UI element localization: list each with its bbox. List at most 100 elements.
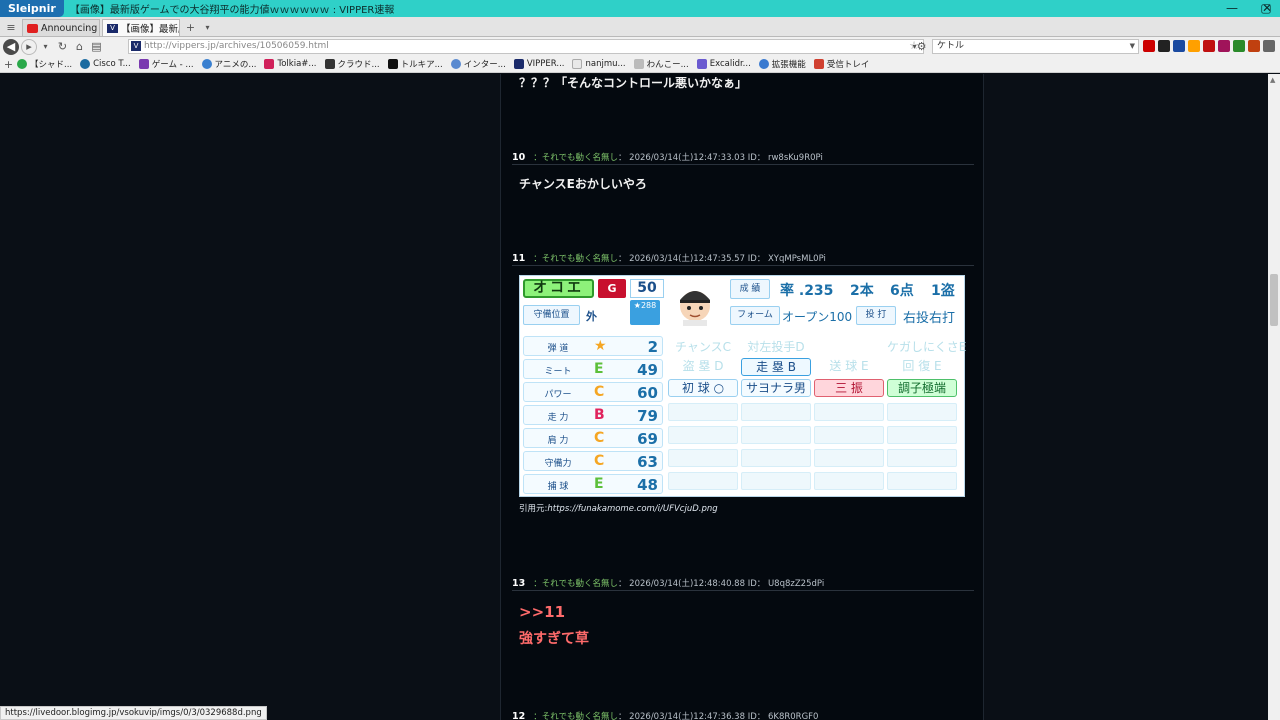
x-icon[interactable] [1158, 40, 1170, 52]
empty-ability-slot [668, 449, 738, 467]
search-dropdown-icon[interactable]: ▼ [1130, 40, 1135, 53]
yahoo-icon[interactable] [1218, 40, 1230, 52]
close-window-button[interactable]: ✕ [1254, 0, 1280, 17]
menu-icon[interactable] [1263, 40, 1275, 52]
search-engine-icon[interactable]: ⚙ [913, 38, 930, 55]
player-card-image[interactable]: オコエ G 50 守備位置 外 ★288 成 績 率 .235 2本 6点 1盗… [519, 275, 966, 497]
stat-label: パワー [544, 390, 572, 400]
amazon-icon[interactable] [1188, 40, 1200, 52]
overall-rating: ★288 [630, 300, 660, 325]
tab-menu-icon[interactable]: ≡ [0, 19, 22, 36]
bookmark-item[interactable]: 受信トレイ [813, 58, 870, 70]
news-icon[interactable] [1173, 40, 1185, 52]
bookmark-item[interactable]: クラウド... [324, 58, 380, 70]
post-meta: ： 2026/03/14(土)12:48:40.88 ID： U8q8zZ25d… [617, 579, 825, 589]
bookmark-item[interactable]: 拡張機能 [758, 58, 806, 70]
stat-label: ミート [544, 367, 572, 377]
empty-ability-slot [668, 426, 738, 444]
site-favicon-icon: V [131, 41, 141, 51]
bookmarks-bar: + 【シャド... Cisco T... ゲーム - ... アニメの... T… [0, 56, 1280, 73]
post-number: 10 [512, 152, 526, 163]
bookmark-label: 拡張機能 [771, 60, 806, 70]
batting-average: 率 .235 [780, 283, 834, 299]
globe-icon [201, 59, 212, 69]
app-logo[interactable]: Sleipnir [0, 0, 64, 17]
rakuten-icon[interactable] [1203, 40, 1215, 52]
window-title: 【画像】最新版ゲームでの大谷翔平の能力値ｗｗｗｗｗｗ : VIPPER速報 [69, 5, 395, 16]
ability-cell: 対左投手D [747, 340, 805, 354]
citation-link[interactable]: https://funakamome.com/i/UFVcjuD.png [547, 504, 717, 514]
bookmark-item[interactable]: わんこー... [633, 58, 689, 70]
poster-name: ：それでも動く名無し [533, 153, 618, 163]
empty-ability-slot [741, 426, 811, 444]
rating-value: 288 [640, 301, 657, 310]
bookmark-label: 受信トレイ [826, 60, 870, 70]
stat-grade: E [594, 476, 604, 492]
add-bookmark-icon[interactable]: + [0, 56, 17, 73]
tab-vippers[interactable]: V 【画像】最新版ゲ... [102, 19, 180, 36]
bookmark-label: わんこー... [646, 60, 689, 70]
bookmark-item[interactable]: トルキア... [387, 58, 443, 70]
bookmark-item[interactable]: ゲーム - ... [138, 58, 194, 70]
home-icon[interactable]: ⌂ [71, 38, 88, 55]
vertical-scrollbar[interactable]: ▲ [1268, 74, 1280, 720]
tab-bar: ≡ Announcing N... V 【画像】最新版ゲ... + ▾ [0, 17, 1280, 37]
bookmark-item[interactable]: 【シャド... [17, 58, 72, 70]
bookmark-label: 【シャド... [30, 60, 73, 70]
stat-row: 捕 球 E 48 [523, 474, 663, 494]
reply-anchor-link[interactable]: >>11 [519, 603, 565, 621]
scroll-up-icon[interactable]: ▲ [1270, 76, 1275, 84]
page-icon[interactable]: ▤ [88, 38, 105, 55]
empty-ability-slot [887, 426, 957, 444]
url-text: http://vippers.jp/archives/10506059.html [144, 41, 329, 51]
stat-grade: C [594, 453, 605, 469]
bookmark-item[interactable]: アニメの... [201, 58, 256, 70]
youtube-icon[interactable] [1143, 40, 1155, 52]
status-bar: https://livedoor.blogimg.jp/vsokuvip/img… [0, 706, 267, 720]
empty-ability-slot [668, 472, 738, 490]
bookmark-item[interactable]: Tolkia#... [264, 59, 317, 69]
post-meta: ： 2026/03/14(土)12:47:35.57 ID： XYqMPsML0… [617, 254, 826, 264]
stat-grade: C [594, 384, 605, 400]
bookmark-item[interactable]: Excalidr... [696, 59, 751, 69]
bookmark-label: Tolkia#... [277, 59, 317, 69]
stat-value: 2 [647, 338, 658, 356]
empty-ability-slot [887, 472, 957, 490]
tab-announcing[interactable]: Announcing N... [22, 19, 100, 36]
empty-ability-slot [741, 472, 811, 490]
check-icon[interactable] [1233, 40, 1245, 52]
tab-list-icon[interactable]: ▾ [199, 19, 216, 36]
stat-value: 60 [637, 384, 658, 402]
history-dropdown-icon[interactable]: ▾ [37, 38, 54, 55]
bookmark-item[interactable]: インター... [450, 58, 506, 70]
empty-ability-slot [887, 449, 957, 467]
bookmark-label: インター... [463, 60, 506, 70]
ability-cell: 調子極端 [887, 379, 957, 397]
post-meta: ： 2026/03/14(土)12:47:36.38 ID： 6K8R0RGF0 [617, 712, 819, 720]
bookmark-item[interactable]: VIPPER... [513, 59, 565, 69]
bookmark-item[interactable]: nanjmu... [572, 59, 626, 69]
youtube-icon [27, 23, 38, 33]
empty-ability-slot [814, 403, 884, 421]
stat-row: パワー C 60 [523, 382, 663, 402]
minimize-icon[interactable]: — [1215, 0, 1249, 17]
scroll-thumb[interactable] [1270, 274, 1278, 326]
tag-icon[interactable] [1248, 40, 1260, 52]
stat-row: ミート E 49 [523, 359, 663, 379]
excalidraw-icon [696, 59, 707, 69]
stat-label: 肩 力 [547, 436, 569, 446]
stat-value: 63 [637, 453, 658, 471]
reload-icon[interactable]: ↻ [54, 38, 71, 55]
post-header: 12 ：それでも動く名無し： 2026/03/14(土)12:47:36.38 I… [512, 710, 974, 720]
post-number: 11 [512, 253, 526, 264]
batting-form: オープン100 [782, 310, 853, 324]
bookmark-label: VIPPER... [526, 59, 565, 69]
new-tab-icon[interactable]: + [182, 19, 199, 36]
url-input[interactable]: V http://vippers.jp/archives/10506059.ht… [128, 39, 924, 54]
bookmark-item[interactable]: Cisco T... [80, 59, 131, 69]
ability-cell: サヨナラ男 [741, 379, 811, 397]
stat-label: 捕 球 [547, 482, 569, 492]
forward-icon[interactable]: ▸ [21, 38, 37, 55]
back-icon[interactable]: ◀ [3, 38, 19, 55]
search-input[interactable]: ケトル ▼ [932, 39, 1139, 54]
